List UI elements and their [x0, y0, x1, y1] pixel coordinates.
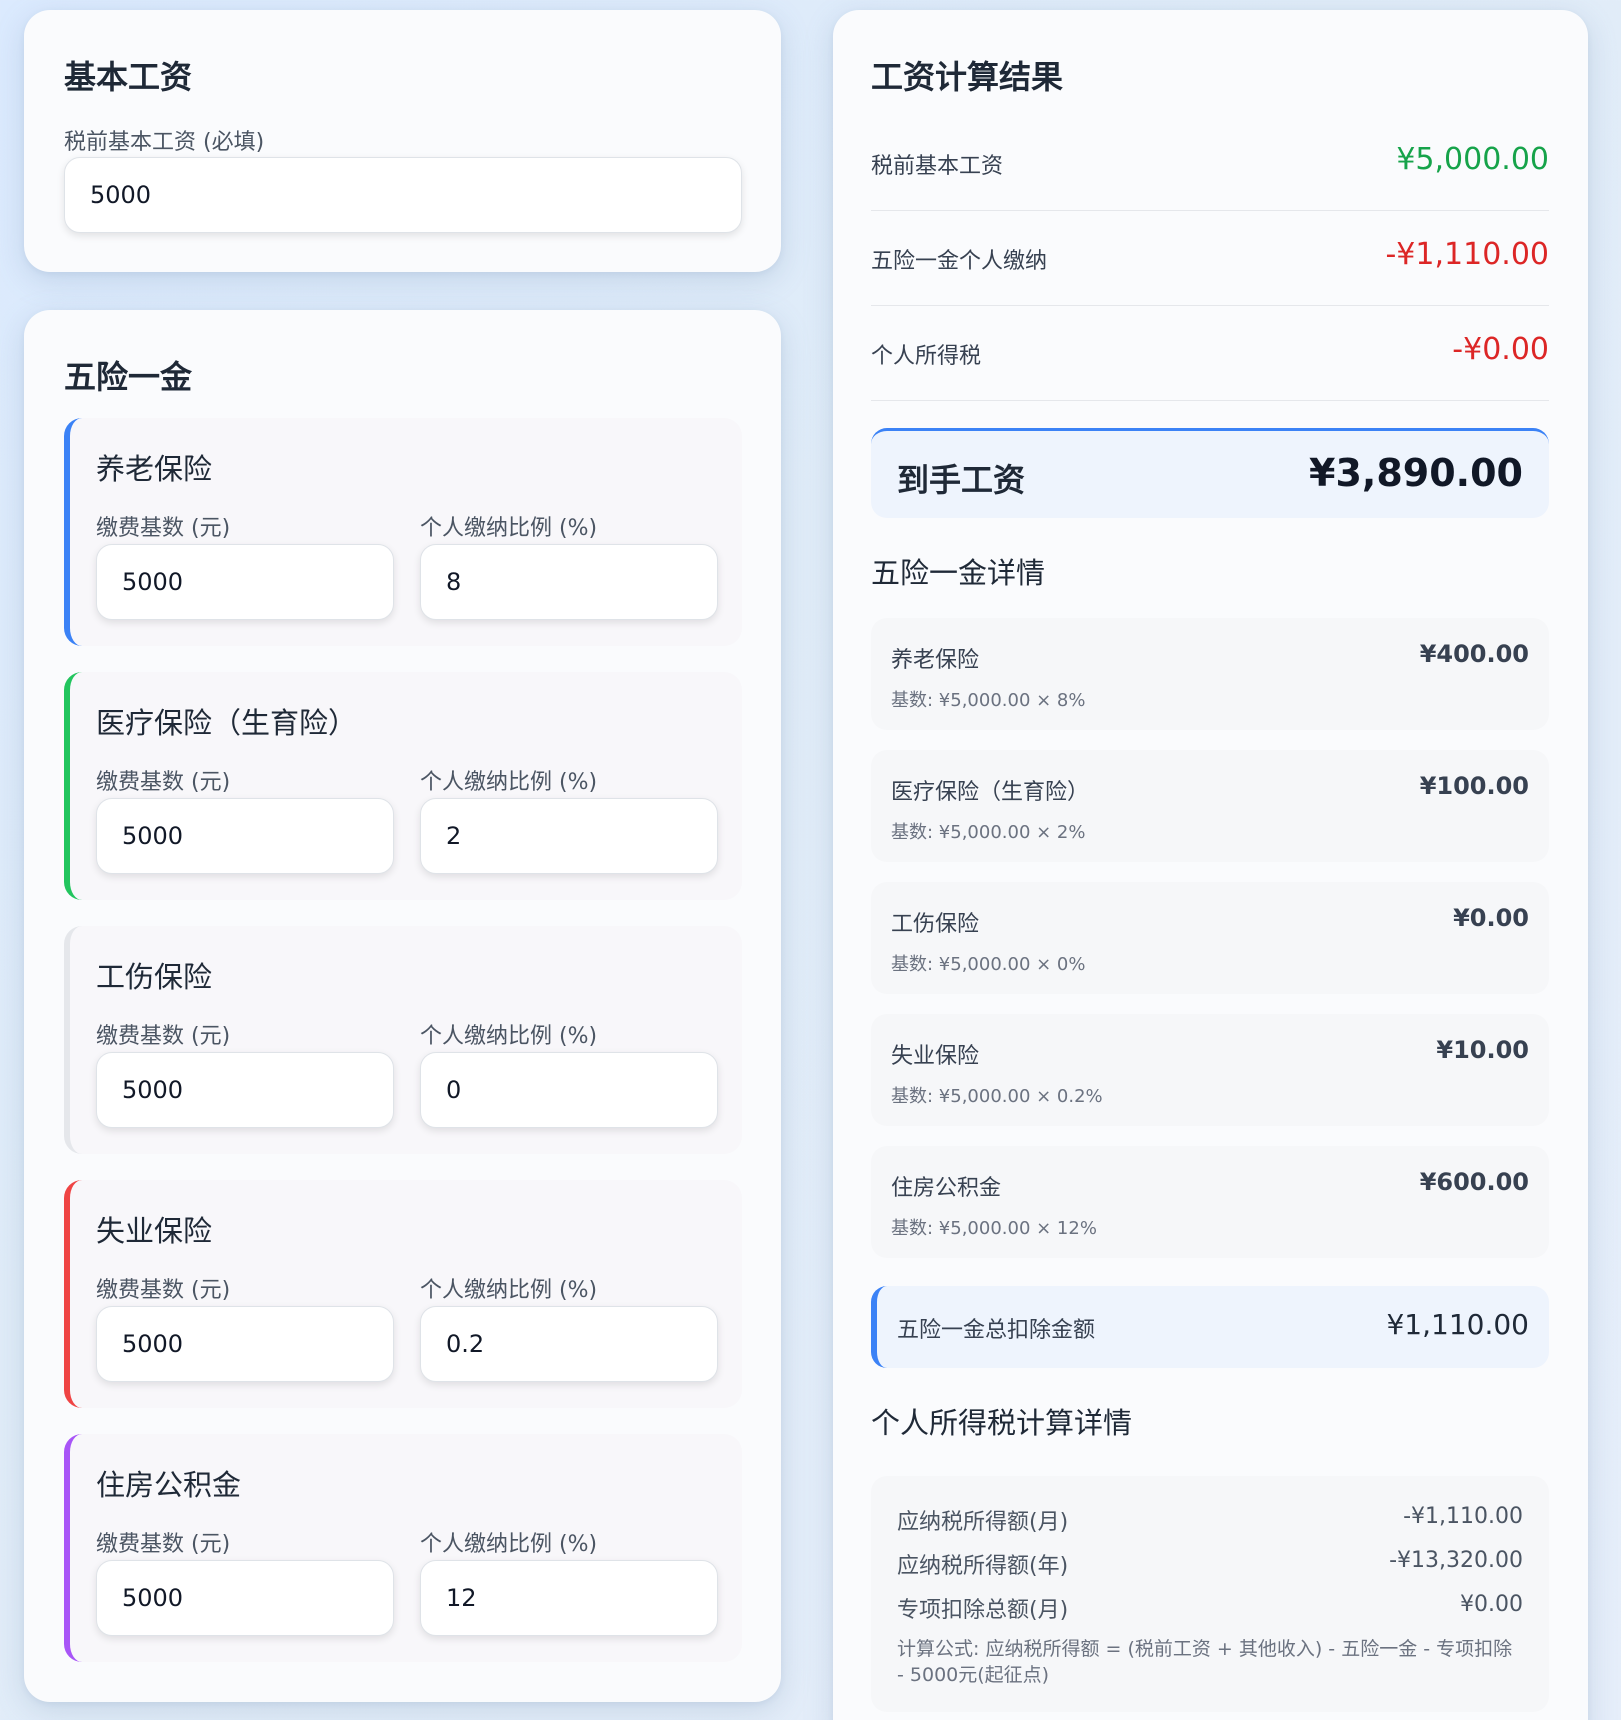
- result-value: ¥5,000.00: [1396, 142, 1549, 177]
- detail-name: 住房公积金: [891, 1176, 1002, 1201]
- detail-name: 失业保险: [891, 1044, 980, 1069]
- detail-formula: 基数: ¥5,000.00 × 8%: [891, 690, 1086, 711]
- detail-name: 养老保险: [891, 648, 980, 673]
- pension-base-input[interactable]: 5000: [96, 544, 394, 620]
- unemployment-base-input[interactable]: 5000: [96, 1306, 394, 1382]
- medical-base-input[interactable]: 5000: [96, 798, 394, 874]
- insurance-panel-medical: 医疗保险（生育险） 缴费基数 (元) 个人缴纳比例 (%) 5000 2: [64, 672, 742, 900]
- pretax-salary-label: 税前基本工资 (必填): [64, 130, 265, 155]
- base-label: 缴费基数 (元): [96, 770, 231, 795]
- tax-line: 应纳税所得额(年) -¥13,320.00: [897, 1548, 1523, 1584]
- detail-item-housing-fund: 住房公积金 ¥600.00 基数: ¥5,000.00 × 12%: [871, 1146, 1549, 1258]
- rate-label: 个人缴纳比例 (%): [420, 770, 598, 795]
- medical-rate-input[interactable]: 2: [420, 798, 718, 874]
- detail-item-medical: 医疗保险（生育险） ¥100.00 基数: ¥5,000.00 × 2%: [871, 750, 1549, 862]
- result-label: 五险一金个人缴纳: [871, 249, 1048, 274]
- net-salary-value: ¥3,890.00: [1309, 451, 1523, 495]
- result-label: 税前基本工资: [871, 154, 1004, 179]
- insurance-panel-housing-fund: 住房公积金 缴费基数 (元) 个人缴纳比例 (%) 5000 12: [64, 1434, 742, 1662]
- insurance-name: 工伤保险: [96, 960, 213, 994]
- base-label: 缴费基数 (元): [96, 1278, 231, 1303]
- detail-name: 医疗保险（生育险）: [891, 780, 1090, 805]
- tax-line: 应纳税所得额(月) -¥1,110.00: [897, 1504, 1523, 1540]
- injury-base-input[interactable]: 5000: [96, 1052, 394, 1128]
- basic-salary-card: 基本工资 税前基本工资 (必填) 5000: [24, 10, 781, 272]
- detail-item-unemployment: 失业保险 ¥10.00 基数: ¥5,000.00 × 0.2%: [871, 1014, 1549, 1126]
- insurance-name: 失业保险: [96, 1214, 213, 1248]
- insurance-total-box: 五险一金总扣除金额 ¥1,110.00: [871, 1286, 1549, 1368]
- insurance-panel-injury: 工伤保险 缴费基数 (元) 个人缴纳比例 (%) 5000 0: [64, 926, 742, 1154]
- detail-amount: ¥100.00: [1419, 772, 1529, 800]
- result-value: -¥0.00: [1452, 332, 1549, 367]
- result-row-insurance: 五险一金个人缴纳 -¥1,110.00: [871, 211, 1549, 306]
- detail-amount: ¥600.00: [1419, 1168, 1529, 1196]
- net-salary-label: 到手工资: [897, 461, 1026, 499]
- result-label: 个人所得税: [871, 344, 982, 369]
- detail-formula: 基数: ¥5,000.00 × 2%: [891, 822, 1086, 843]
- tax-details-title: 个人所得税计算详情: [871, 1406, 1133, 1440]
- detail-name: 工伤保险: [891, 912, 980, 937]
- insurance-panel-unemployment: 失业保险 缴费基数 (元) 个人缴纳比例 (%) 5000 0.2: [64, 1180, 742, 1408]
- base-label: 缴费基数 (元): [96, 1532, 231, 1557]
- rate-label: 个人缴纳比例 (%): [420, 516, 598, 541]
- detail-formula: 基数: ¥5,000.00 × 12%: [891, 1218, 1097, 1239]
- result-row-income-tax: 个人所得税 -¥0.00: [871, 306, 1549, 401]
- tax-line-value: -¥1,110.00: [1403, 1504, 1523, 1529]
- detail-item-injury: 工伤保险 ¥0.00 基数: ¥5,000.00 × 0%: [871, 882, 1549, 994]
- tax-line-label: 应纳税所得额(年): [897, 1554, 1069, 1579]
- result-value: -¥1,110.00: [1385, 237, 1549, 272]
- result-row-pretax: 税前基本工资 ¥5,000.00: [871, 116, 1549, 211]
- detail-amount: ¥10.00: [1436, 1036, 1529, 1064]
- base-label: 缴费基数 (元): [96, 516, 231, 541]
- rate-label: 个人缴纳比例 (%): [420, 1278, 598, 1303]
- results-card: 工资计算结果 税前基本工资 ¥5,000.00 五险一金个人缴纳 -¥1,110…: [833, 10, 1588, 1720]
- tax-details-box: 应纳税所得额(月) -¥1,110.00 应纳税所得额(年) -¥13,320.…: [871, 1476, 1549, 1712]
- base-label: 缴费基数 (元): [96, 1024, 231, 1049]
- housing-fund-base-input[interactable]: 5000: [96, 1560, 394, 1636]
- insurance-name: 住房公积金: [96, 1468, 242, 1502]
- results-title: 工资计算结果: [871, 58, 1064, 96]
- tax-formula: 计算公式: 应纳税所得额 = (税前工资 + 其他收入) - 五险一金 - 专项…: [897, 1638, 1513, 1686]
- insurance-title: 五险一金: [64, 358, 193, 396]
- insurance-name: 养老保险: [96, 452, 213, 486]
- insurance-panel-pension: 养老保险 缴费基数 (元) 个人缴纳比例 (%) 5000 8: [64, 418, 742, 646]
- insurance-total-label: 五险一金总扣除金额: [897, 1318, 1096, 1343]
- unemployment-rate-input[interactable]: 0.2: [420, 1306, 718, 1382]
- tax-line-value: -¥13,320.00: [1389, 1548, 1523, 1573]
- injury-rate-input[interactable]: 0: [420, 1052, 718, 1128]
- insurance-name: 医疗保险（生育险）: [96, 706, 358, 740]
- insurance-details-title: 五险一金详情: [871, 556, 1046, 590]
- net-salary-box: 到手工资 ¥3,890.00: [871, 428, 1549, 518]
- housing-fund-rate-input[interactable]: 12: [420, 1560, 718, 1636]
- detail-formula: 基数: ¥5,000.00 × 0.2%: [891, 1086, 1103, 1107]
- tax-line-label: 专项扣除总额(月): [897, 1598, 1069, 1623]
- detail-amount: ¥0.00: [1453, 904, 1529, 932]
- detail-amount: ¥400.00: [1419, 640, 1529, 668]
- pension-rate-input[interactable]: 8: [420, 544, 718, 620]
- tax-line-value: ¥0.00: [1460, 1592, 1523, 1617]
- tax-line: 专项扣除总额(月) ¥0.00: [897, 1592, 1523, 1628]
- insurance-total-value: ¥1,110.00: [1386, 1308, 1529, 1341]
- tax-line-label: 应纳税所得额(月): [897, 1510, 1069, 1535]
- detail-item-pension: 养老保险 ¥400.00 基数: ¥5,000.00 × 8%: [871, 618, 1549, 730]
- rate-label: 个人缴纳比例 (%): [420, 1024, 598, 1049]
- detail-formula: 基数: ¥5,000.00 × 0%: [891, 954, 1086, 975]
- insurance-card: 五险一金 养老保险 缴费基数 (元) 个人缴纳比例 (%) 5000 8 医疗保…: [24, 310, 781, 1702]
- pretax-salary-input[interactable]: 5000: [64, 157, 742, 233]
- rate-label: 个人缴纳比例 (%): [420, 1532, 598, 1557]
- basic-salary-title: 基本工资: [64, 58, 193, 96]
